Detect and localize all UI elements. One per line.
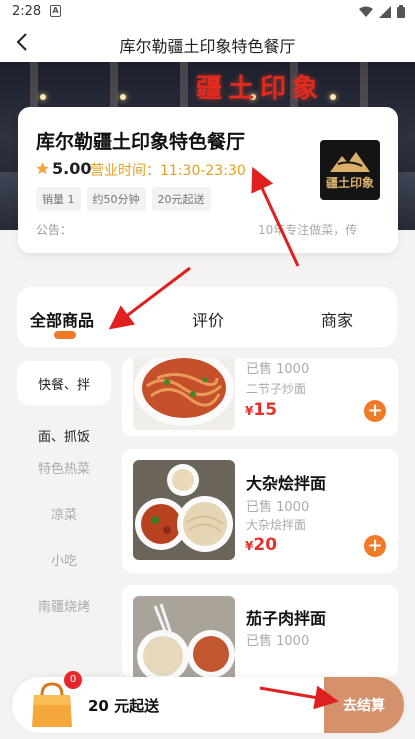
tab-bar: 全部商品 评价 商家 xyxy=(17,287,397,347)
category-item[interactable]: 快餐、拌 xyxy=(17,361,111,405)
add-icon: + xyxy=(367,535,383,556)
add-to-cart-button[interactable]: + xyxy=(364,535,386,557)
tab-reviews[interactable]: 评价 xyxy=(192,307,224,331)
cart-bar: 0 20 元起送 去结算 xyxy=(12,671,404,733)
star-icon xyxy=(36,162,49,175)
status-time: 2:28 xyxy=(12,4,42,19)
mountain-logo-icon xyxy=(330,151,370,172)
tag-delivery-time: 约50分钟 xyxy=(86,187,146,211)
storefront-sign: 疆土印象 xyxy=(196,74,325,104)
tab-all-products[interactable]: 全部商品 xyxy=(30,307,94,331)
add-icon: + xyxy=(367,400,383,421)
rating-score: 5.00 xyxy=(52,159,92,178)
shop-logo: 疆土印象 xyxy=(320,140,380,200)
min-order-text: 20 元起送 xyxy=(88,697,160,715)
product-image xyxy=(133,358,235,430)
battery-icon xyxy=(397,5,405,18)
tab-merchant[interactable]: 商家 xyxy=(321,307,353,331)
category-item[interactable]: 南疆烧烤 xyxy=(17,583,111,627)
tag-min-order: 20元起送 xyxy=(151,187,211,211)
shop-rating: 5.00 xyxy=(35,159,91,178)
shop-name: 库尔勒疆土印象特色餐厅 xyxy=(36,131,246,153)
business-hours: 营业时间：11:30-23:30 xyxy=(90,163,246,179)
wifi-icon xyxy=(359,6,373,17)
add-to-cart-button[interactable]: + xyxy=(364,400,386,422)
product-sold: 已售 1000 xyxy=(246,634,310,649)
product-card[interactable]: 茄子肉拌面 已售 1000 xyxy=(122,585,398,677)
notice-label: 公告： xyxy=(36,223,73,237)
product-sold: 已售 1000 xyxy=(246,362,310,377)
status-bar: 2:28 A xyxy=(0,0,415,24)
system-icons xyxy=(359,5,405,18)
product-sold: 已售 1000 xyxy=(246,500,310,515)
cart-button[interactable] xyxy=(30,681,74,729)
page-title: 库尔勒疆土印象特色餐厅 xyxy=(119,37,296,56)
category-item[interactable]: 凉菜 xyxy=(17,491,111,535)
notice-text: 10年专注做菜，传 xyxy=(258,223,358,237)
shop-tags: 销量 1 约50分钟 20元起送 xyxy=(36,187,211,211)
product-price: ¥15 xyxy=(245,400,278,420)
active-tab-indicator xyxy=(54,331,76,339)
product-image xyxy=(133,596,235,677)
product-desc: 二节子炒面 xyxy=(246,382,307,396)
product-name: 茄子肉拌面 xyxy=(246,609,327,628)
signal-icon xyxy=(379,5,391,18)
cart-count-badge: 0 xyxy=(64,671,82,689)
category-item[interactable]: 小吃 xyxy=(17,537,111,581)
product-card[interactable]: 大杂烩拌面 已售 1000 大杂烩拌面 ¥20 + xyxy=(122,449,398,573)
category-item[interactable]: 特色热菜 xyxy=(17,445,111,489)
shop-info-card: 库尔勒疆土印象特色餐厅 5.00 营业时间：11:30-23:30 销量 1 约… xyxy=(18,107,398,253)
shopping-bag-icon xyxy=(32,682,72,727)
product-price: ¥20 xyxy=(245,535,278,555)
checkout-button[interactable]: 去结算 xyxy=(324,677,404,733)
product-image xyxy=(133,460,235,560)
product-card[interactable]: 已售 1000 二节子炒面 ¥15 + xyxy=(122,358,398,436)
product-desc: 大杂烩拌面 xyxy=(246,518,307,532)
logo-text: 疆土印象 xyxy=(325,175,374,190)
tag-sales: 销量 1 xyxy=(36,187,81,211)
notification-icon: A xyxy=(50,5,61,17)
nav-bar: 库尔勒疆土印象特色餐厅 xyxy=(0,24,415,62)
product-name: 大杂烩拌面 xyxy=(246,474,327,493)
